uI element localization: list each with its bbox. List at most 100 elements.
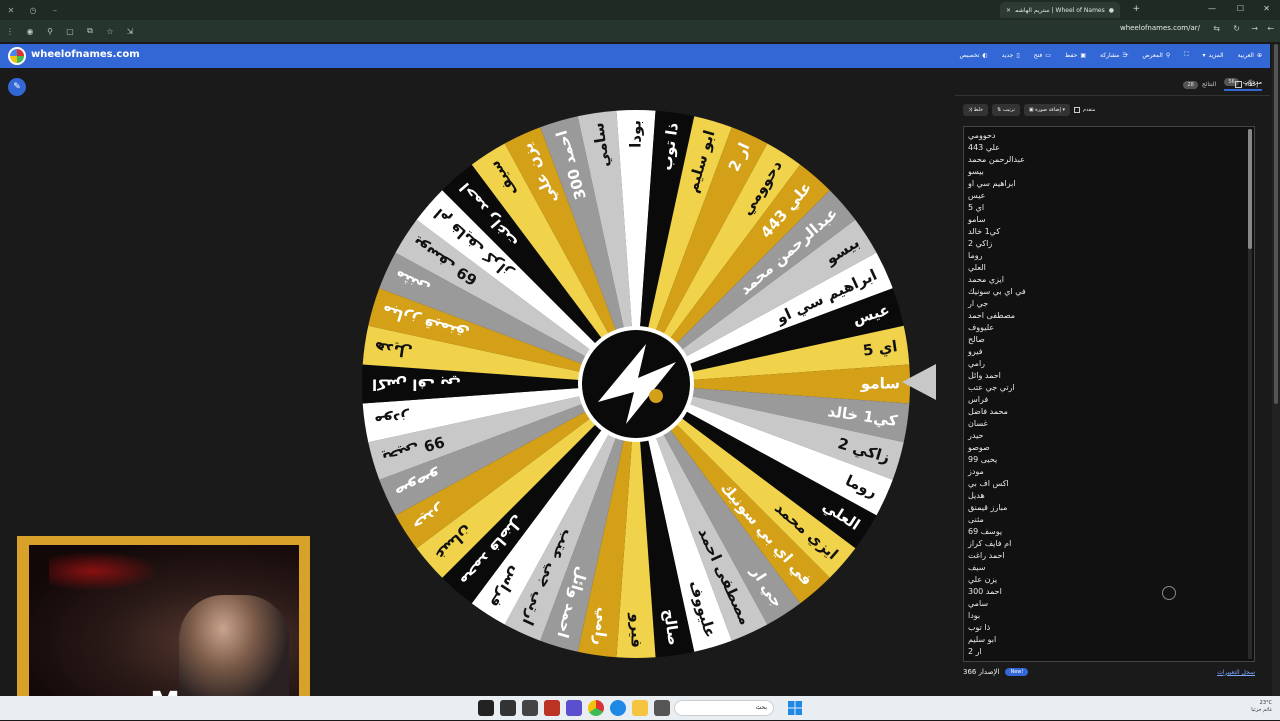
entry-row[interactable]: سامو <box>968 214 1250 226</box>
entry-row[interactable]: ذا توب <box>968 622 1250 634</box>
app-icon-3[interactable] <box>522 700 538 716</box>
add-image-button[interactable]: ▣ إضافة صورة ▾ <box>1023 104 1070 116</box>
window-close-icon[interactable]: ✕ <box>1263 4 1270 13</box>
entry-row[interactable]: يحيى 99 <box>968 454 1250 466</box>
entry-row[interactable]: ام فايف كراز <box>968 538 1250 550</box>
entry-row[interactable]: محمد فاضل <box>968 406 1250 418</box>
entry-row[interactable]: مبارز قيمنق <box>968 502 1250 514</box>
edit-pencil-button[interactable]: ✎ <box>8 78 26 96</box>
gallery-button[interactable]: ⚲ المعرض <box>1142 51 1170 59</box>
entry-row[interactable]: يوسف 69 <box>968 526 1250 538</box>
profile-icon[interactable]: ◉ <box>20 27 40 36</box>
entries-textarea[interactable]: دحوومي علي 443 عبدالرحمن محمد بيسو ابراهيم س… <box>963 126 1255 662</box>
download-icon[interactable]: ▢ <box>60 27 80 36</box>
window-minimize-icon[interactable]: — <box>1208 4 1216 13</box>
spinning-wheel[interactable]: دحووميعلي 443عبدالرحمن محمدبيسوابراهيم س… <box>360 104 912 664</box>
entry-row[interactable]: ابراهيم سي او <box>968 178 1250 190</box>
entry-row[interactable]: زاكي 2 <box>968 238 1250 250</box>
open-button[interactable]: ▭ فتح <box>1034 51 1051 59</box>
bookmark-star-icon[interactable]: ☆ <box>100 27 120 36</box>
window-restore-icon[interactable]: ☐ <box>1237 4 1244 13</box>
entry-row[interactable]: سامي <box>968 598 1250 610</box>
entry-row[interactable]: علي 443 <box>968 142 1250 154</box>
entry-row[interactable]: مثنى <box>968 514 1250 526</box>
entry-row[interactable]: في اي بي سونيك <box>968 286 1250 298</box>
screenshot-icon[interactable]: ⧉ <box>80 26 100 36</box>
entry-row[interactable]: فراس <box>968 394 1250 406</box>
reload-icon[interactable]: ↻ <box>1233 24 1240 33</box>
site-settings-icon[interactable]: ⇆ <box>1213 24 1220 33</box>
entry-row[interactable]: فيرو <box>968 346 1250 358</box>
entry-row[interactable]: بودا <box>968 610 1250 622</box>
app-icon-5[interactable] <box>566 700 582 716</box>
entry-row[interactable]: يزن علي <box>968 574 1250 586</box>
entry-row[interactable]: هديل <box>968 490 1250 502</box>
entry-row[interactable]: رامي <box>968 358 1250 370</box>
history-icon[interactable]: ◷ <box>22 6 44 15</box>
entry-row[interactable]: غسان <box>968 418 1250 430</box>
entry-row[interactable]: ار 2 <box>968 646 1250 658</box>
app-icon-4[interactable] <box>544 700 560 716</box>
menu-dots-icon[interactable]: ⋮ <box>0 27 20 36</box>
language-button[interactable]: ⊕ العربية <box>1238 51 1262 59</box>
wheel-logo-icon[interactable] <box>8 47 26 65</box>
fullscreen-button[interactable]: ⛶ <box>1184 51 1188 59</box>
entry-row[interactable]: العلي <box>968 262 1250 274</box>
entry-row[interactable]: احمد راغت <box>968 550 1250 562</box>
file-explorer-icon[interactable] <box>632 700 648 716</box>
changelog-link[interactable]: سجل التغييرات <box>1217 669 1255 676</box>
chrome-icon[interactable] <box>588 700 604 716</box>
tab-wheel-of-names[interactable]: ✕ Wheel of Names | ستريم الهاشماني ● <box>1000 2 1120 18</box>
close-window-icon[interactable]: ✕ <box>0 6 22 15</box>
back-icon[interactable]: ← <box>1267 24 1274 33</box>
advanced-toggle[interactable]: متقدم <box>1073 107 1095 113</box>
entry-row[interactable]: ارتي جي عتب <box>968 382 1250 394</box>
app-icon-2[interactable] <box>500 700 516 716</box>
minimize-icon[interactable]: – <box>44 6 66 15</box>
shuffle-button[interactable]: ⤨ خلط <box>963 104 989 116</box>
page-scrollbar-thumb[interactable] <box>1274 44 1278 404</box>
site-name[interactable]: wheelofnames.com <box>31 49 140 60</box>
entry-row[interactable]: روما <box>968 250 1250 262</box>
entry-row[interactable]: بيسو <box>968 166 1250 178</box>
entry-row[interactable]: ابو سليم <box>968 634 1250 646</box>
forward-icon[interactable]: → <box>1251 24 1258 33</box>
tab-results[interactable]: النتائج 28 <box>1183 80 1216 89</box>
install-icon[interactable]: ⇲ <box>120 27 140 36</box>
entry-row[interactable]: اكس اف بي <box>968 478 1250 490</box>
windows-start-icon[interactable] <box>787 700 803 716</box>
taskbar-search[interactable]: بحث <box>674 700 774 716</box>
more-button[interactable]: المزيد ▾ <box>1202 51 1223 59</box>
entry-row[interactable]: حيدر <box>968 430 1250 442</box>
entry-row[interactable]: مودز <box>968 466 1250 478</box>
entry-row[interactable]: اي 5 <box>968 202 1250 214</box>
entry-row[interactable]: ايزي محمد <box>968 274 1250 286</box>
entry-row[interactable]: صالح <box>968 334 1250 346</box>
entry-row[interactable]: احمد 300 <box>968 586 1250 598</box>
hide-checkbox[interactable] <box>1235 81 1242 88</box>
advanced-checkbox[interactable] <box>1073 107 1080 113</box>
app-icon-9[interactable] <box>654 700 670 716</box>
entry-row[interactable]: مصطفى احمد <box>968 310 1250 322</box>
entry-row[interactable]: جي ار <box>968 298 1250 310</box>
save-button[interactable]: ▣ حفظ <box>1065 51 1086 59</box>
extensions-icon[interactable]: ⚲ <box>40 27 60 36</box>
entries-scrollbar[interactable] <box>1248 129 1252 659</box>
entry-row[interactable]: عبدالرحمن محمد <box>968 154 1250 166</box>
entry-row[interactable]: صوصو <box>968 442 1250 454</box>
customize-button[interactable]: ◐ تخصيص <box>960 51 988 59</box>
sort-button[interactable]: ⇅ ترتيب <box>992 104 1020 116</box>
new-tab-button[interactable]: + <box>1132 4 1140 14</box>
entry-row[interactable]: عيس <box>968 190 1250 202</box>
entry-row[interactable]: سيف <box>968 562 1250 574</box>
hide-toggle[interactable]: إخفاء <box>1235 81 1258 88</box>
url-field[interactable]: wheelofnames.com/ar/ <box>1120 24 1200 32</box>
page-scrollbar[interactable] <box>1272 44 1280 696</box>
edge-icon[interactable] <box>610 700 626 716</box>
app-icon-1[interactable] <box>478 700 494 716</box>
share-button[interactable]: ⋲ مشاركة <box>1100 51 1128 59</box>
entry-row[interactable]: عليووف <box>968 322 1250 334</box>
new-button[interactable]: ▯ جديد <box>1002 51 1020 59</box>
tab-close-icon[interactable]: ✕ <box>1006 7 1011 14</box>
entries-scrollbar-thumb[interactable] <box>1248 129 1252 249</box>
